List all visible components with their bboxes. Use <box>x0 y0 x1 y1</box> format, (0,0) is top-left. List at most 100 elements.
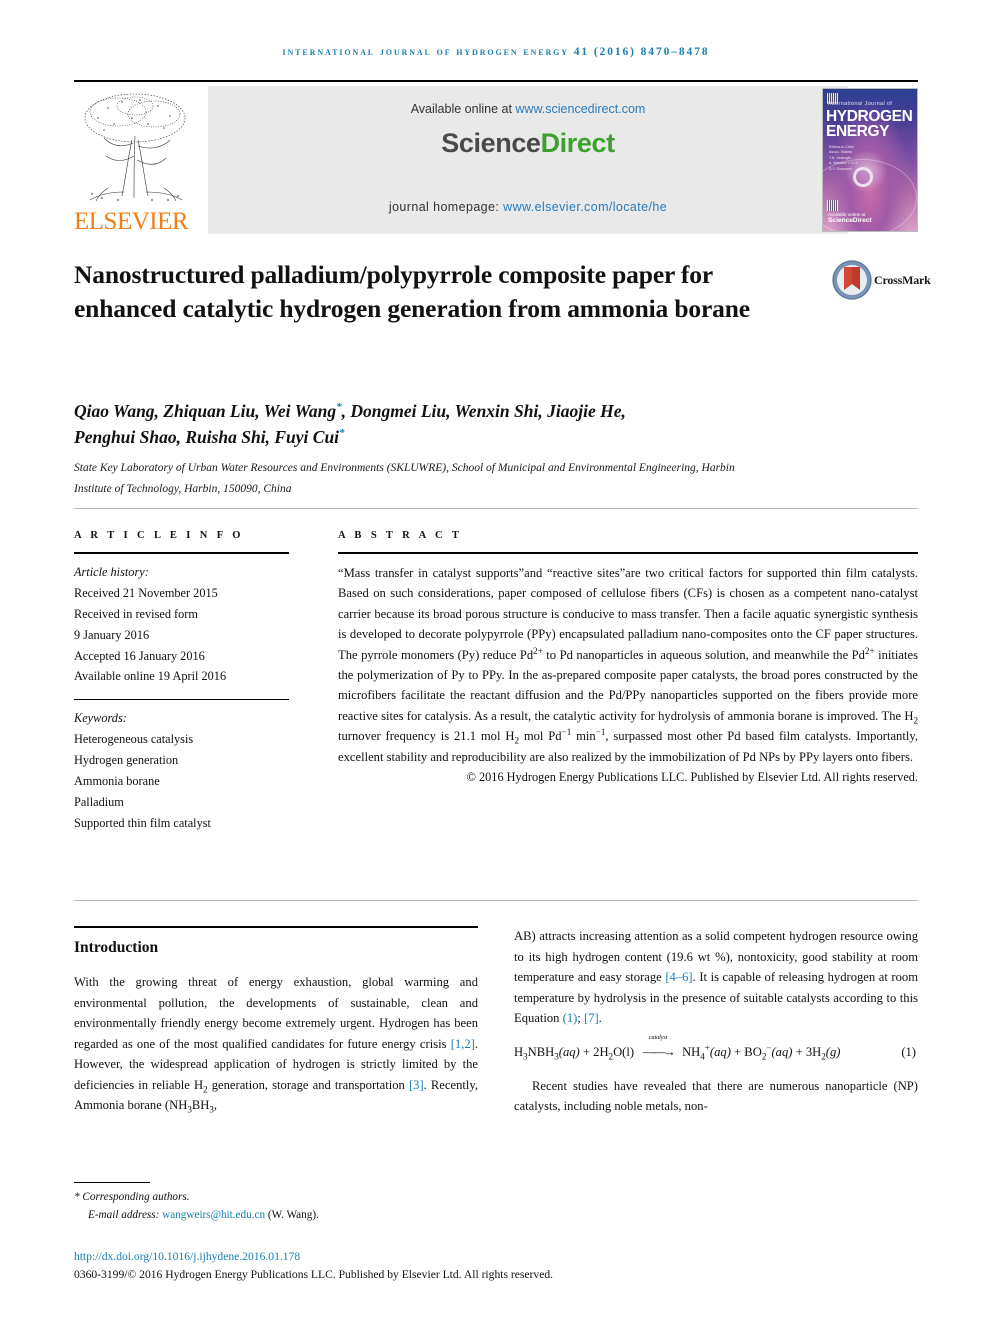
cover-subtitle: International Journal of <box>828 101 893 107</box>
abstract-sup-3: −1 <box>561 726 572 737</box>
equation-1: H3NBH3(aq) + 2H2O(l) catalyst ——→ NH4+(aq) … <box>514 1034 918 1062</box>
eq-sub-2b: 2 <box>761 1051 767 1062</box>
section-top-rule <box>74 926 478 928</box>
cover-title-line2: ENERGY <box>826 122 890 140</box>
journal-homepage-label: journal homepage: <box>388 200 504 214</box>
eq-lhs-aq: (aq) <box>558 1044 580 1059</box>
email-link[interactable]: wangweirs@hit.edu.cn <box>162 1209 265 1221</box>
abstract-sup-4: −1 <box>595 726 606 737</box>
available-online-text: Available online at <box>410 102 516 116</box>
info-divider-rule <box>74 508 918 509</box>
cover-barcode-bottom-icon <box>827 200 838 211</box>
abstract-copyright: © 2016 Hydrogen Energy Publications LLC.… <box>466 769 918 784</box>
citation-7[interactable]: [7] <box>584 1011 599 1025</box>
title-block: Nanostructured palladium/polypyrrole com… <box>74 258 774 326</box>
eq-rhs-aq2: (aq) <box>771 1044 793 1059</box>
citation-equation-1[interactable]: (1) <box>563 1011 578 1025</box>
intro-seg-1: With the growing threat of energy exhaus… <box>74 975 478 1051</box>
affiliation: State Key Laboratory of Urban Water Reso… <box>74 462 735 496</box>
eq-rhs-nh: NH <box>682 1044 701 1059</box>
article-history-label: Article history: <box>74 565 149 579</box>
eq-plus-2: + BO <box>730 1044 762 1059</box>
author-list: Qiao Wang, Zhiquan Liu, Wei Wang* , Dongm… <box>74 398 834 451</box>
eq-lhs-water: O(l) <box>613 1044 635 1059</box>
eq-lhs-h: H <box>514 1044 524 1059</box>
citation-4-6[interactable]: [4–6] <box>665 970 692 984</box>
crossmark-label: CrossMark <box>874 273 931 287</box>
abstract-seg-2: to Pd nanoparticles in aqueous solution,… <box>542 647 865 662</box>
abstract-heading: A B S T R A C T <box>338 530 463 541</box>
authors-line-2: Penghui Shao, Ruisha Shi, Fuyi Cui <box>74 427 340 448</box>
email-label: E-mail address: <box>88 1209 163 1222</box>
article-info-heading: A R T I C L E I N F O <box>74 530 244 541</box>
journal-cover-thumbnail: International Journal of HYDROGEN ENERGY… <box>822 88 918 232</box>
abstract-sup-1: 2+ <box>533 645 543 656</box>
history-item: 9 January 2016 <box>74 627 150 642</box>
body-column-right: AB) attracts increasing attention as a s… <box>514 926 918 1117</box>
citation-3[interactable]: [3] <box>409 1078 424 1092</box>
body-column-left: Introduction With the growing threat of … <box>74 926 478 1116</box>
eq-rhs-gas: (g) <box>825 1044 841 1059</box>
intro-paragraph-right-2: Recent studies have revealed that there … <box>514 1078 918 1114</box>
abstract-seg-5: mol Pd <box>518 729 562 744</box>
cover-sciencedirect-mark: Available online at ScienceDirect <box>828 212 872 224</box>
keyword-item: Ammonia borane <box>74 774 160 789</box>
keyword-item: Heterogeneous catalysis <box>74 732 194 747</box>
keyword-item: Supported thin film catalyst <box>74 815 211 830</box>
elsevier-tree-icon <box>84 93 186 202</box>
intro-paragraph-left: With the growing threat of energy exhaus… <box>74 972 478 1116</box>
cover-title: HYDROGEN ENERGY <box>826 109 915 140</box>
section-heading-introduction: Introduction <box>74 939 159 956</box>
article-info-column: A R T I C L E I N F O Article history: R… <box>74 530 289 834</box>
intro-right-seg-4: . <box>598 1011 602 1026</box>
article-history: Article history: Received 21 November 20… <box>74 554 289 687</box>
sciencedirect-link[interactable]: www.sciencedirect.com <box>515 102 645 116</box>
abstract-sup-2: 2+ <box>864 645 875 656</box>
authors-line-1-cont: , Dongmei Liu, Wenxin Shi, Jiaojie He, <box>341 401 626 421</box>
eq-sub-4: 4 <box>700 1051 705 1062</box>
history-item: Accepted 16 January 2016 <box>74 648 205 663</box>
footnote-rule <box>74 1182 150 1183</box>
history-item: Received 21 November 2015 <box>74 585 218 600</box>
available-online-line: Available online at www.sciencedirect.co… <box>208 102 848 116</box>
keyword-item: Palladium <box>74 794 124 809</box>
email-suffix: (W. Wang). <box>265 1209 319 1222</box>
running-head: international journal of hydrogen energy… <box>282 46 710 58</box>
intro-seg-6: , <box>213 1098 218 1113</box>
crossmark-icon <box>832 260 872 300</box>
email-note: E-mail address: wangweirs@hit.edu.cn (W.… <box>74 1206 714 1224</box>
crossmark-badge[interactable]: CrossMark <box>832 260 931 312</box>
sciencedirect-banner: Available online at www.sciencedirect.co… <box>74 86 918 234</box>
eq-rhs-aq1: (aq) <box>709 1044 731 1059</box>
cover-sciencedirect-label: ScienceDirect <box>828 217 872 224</box>
journal-homepage-link[interactable]: www.elsevier.com/locate/he <box>503 200 667 214</box>
header-rule <box>74 80 918 82</box>
history-item: Available online 19 April 2016 <box>74 669 227 684</box>
authors-line-1: Qiao Wang, Zhiquan Liu, Wei Wang <box>74 401 337 421</box>
elsevier-logo: ELSEVIER <box>74 86 196 234</box>
paper-page: international journal of hydrogen energy… <box>0 0 992 1323</box>
issn-copyright-line: 0360-3199/© 2016 Hydrogen Energy Publica… <box>74 1268 554 1281</box>
intro-paragraph-right: AB) attracts increasing attention as a s… <box>514 926 918 1029</box>
journal-homepage-line: journal homepage: www.elsevier.com/locat… <box>208 200 848 214</box>
keyword-list: Keywords: Heterogeneous catalysis Hydrog… <box>74 700 289 833</box>
abstract-seg-4: turnover frequency is 21.1 mol H <box>338 729 515 744</box>
doi-link[interactable]: http://dx.doi.org/10.1016/j.ijhydene.201… <box>74 1250 300 1263</box>
eq-plus-1: + 2H <box>579 1044 609 1059</box>
cover-ring-decoration <box>853 167 873 187</box>
eq-reaction-arrow-icon: catalyst ——→ <box>634 1034 682 1060</box>
history-item: Received in revised form <box>74 606 198 621</box>
intro-seg-5: BH <box>191 1098 210 1113</box>
citation-1-2[interactable]: [1,2] <box>451 1037 475 1051</box>
author-asterisk-2: * <box>339 427 345 440</box>
footnote-block: * Corresponding authors. E-mail address:… <box>74 1188 714 1224</box>
abstract-sub-1: 2 <box>913 715 918 726</box>
sciencedirect-logo-science: Science <box>441 128 541 158</box>
elsevier-wordmark: ELSEVIER <box>74 208 189 235</box>
keywords-label: Keywords: <box>74 711 127 726</box>
abstract-column: A B S T R A C T “Mass transfer in cataly… <box>338 530 918 785</box>
page-title: Nanostructured palladium/polypyrrole com… <box>74 260 750 323</box>
sciencedirect-logo: ScienceDirect <box>208 128 848 159</box>
intro-right-seg-3: ; <box>577 1011 584 1026</box>
